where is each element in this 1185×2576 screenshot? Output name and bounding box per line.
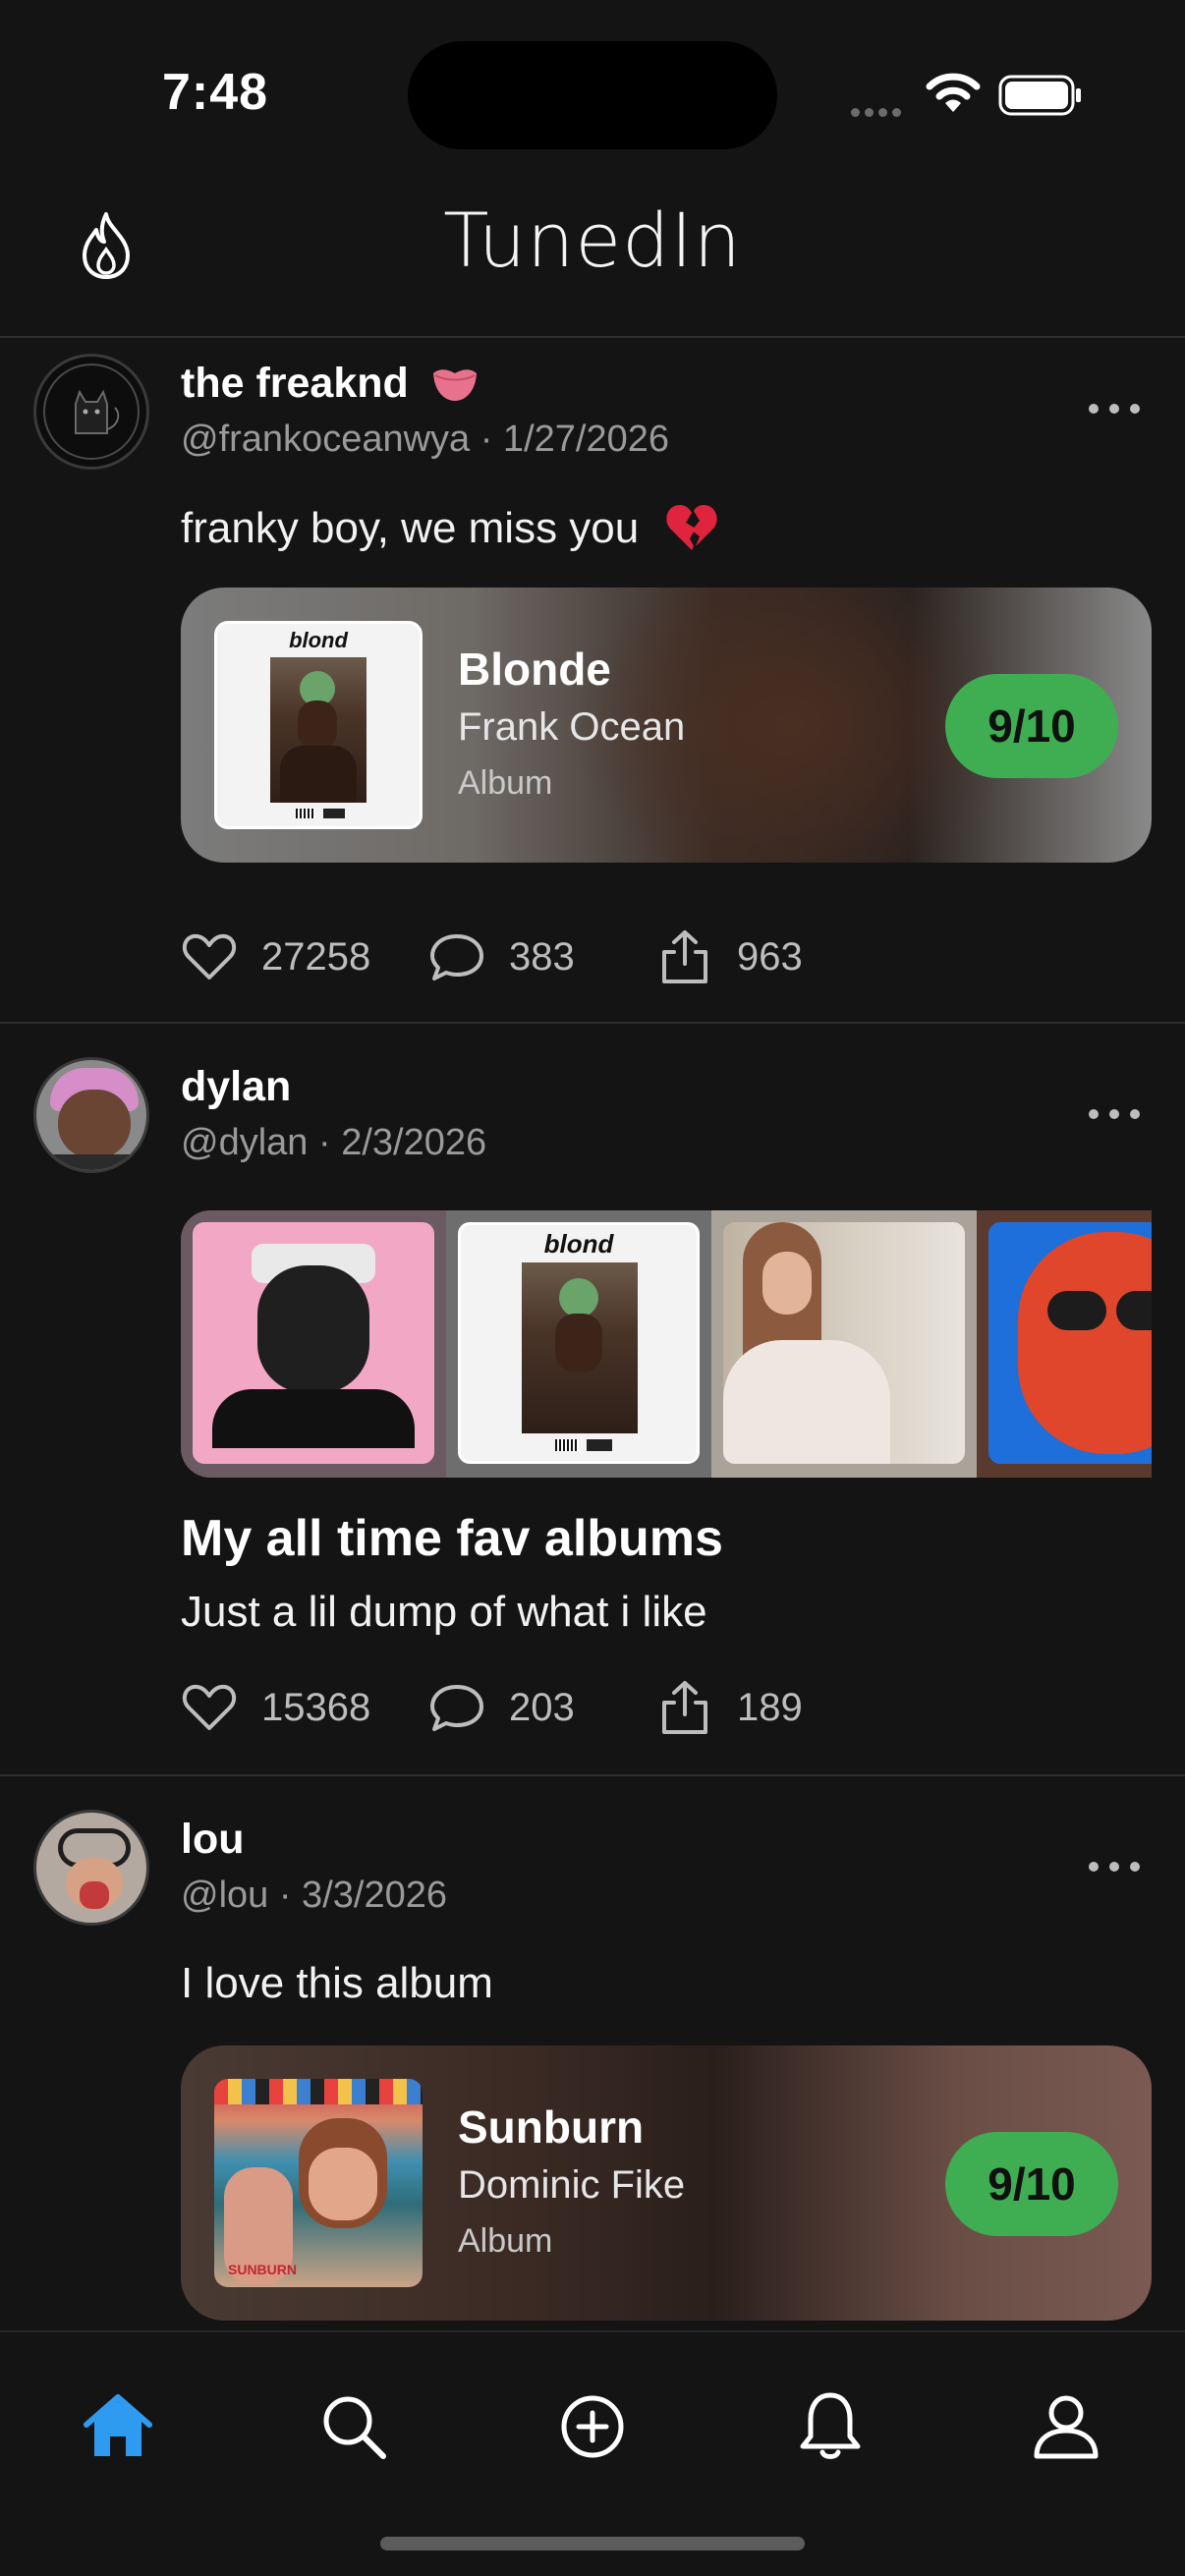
collage-tile[interactable]: blond xyxy=(446,1210,711,1478)
score-badge: 9/10 xyxy=(945,2132,1118,2236)
album-cover xyxy=(988,1222,1152,1464)
post-author-name[interactable]: lou xyxy=(181,1816,244,1864)
album-card[interactable]: SUNBURN Sunburn Dominic Fike Album 9/10 xyxy=(181,2045,1152,2321)
album-cover: blond xyxy=(458,1222,700,1464)
app-title: TunedIn xyxy=(443,196,742,284)
collage-tile[interactable] xyxy=(711,1210,977,1478)
album-type: Album xyxy=(458,764,553,802)
collage-tile[interactable] xyxy=(181,1210,446,1478)
album-cover xyxy=(193,1222,434,1464)
album-card[interactable]: blond Blonde Frank Ocean Album 9/10 xyxy=(181,588,1152,863)
tab-search[interactable] xyxy=(314,2387,393,2466)
status-bar: 7:48 xyxy=(0,0,1185,167)
share-count: 963 xyxy=(737,934,803,979)
app-header: TunedIn xyxy=(0,167,1185,338)
profile-icon xyxy=(1034,2395,1099,2459)
comment-button[interactable]: 203 xyxy=(428,1678,575,1737)
post-meta: @frankoceanwya · 1/27/2026 xyxy=(181,419,669,460)
search-icon xyxy=(323,2396,386,2459)
cat-avatar-icon xyxy=(43,364,140,460)
album-cover-text: blond xyxy=(543,1229,614,1259)
album-artist: Frank Ocean xyxy=(458,705,686,749)
more-options-button[interactable] xyxy=(1089,1094,1140,1134)
feed-post: lou @lou · 3/3/2026 I love this album SU… xyxy=(0,1776,1185,2366)
lips-emoji-icon xyxy=(432,369,477,401)
avatar[interactable] xyxy=(33,1810,149,1926)
more-options-button[interactable] xyxy=(1089,389,1140,428)
like-button[interactable]: 27258 xyxy=(181,927,370,986)
share-button[interactable]: 189 xyxy=(656,1678,803,1737)
comment-button[interactable]: 383 xyxy=(428,927,575,986)
tab-notifications[interactable] xyxy=(791,2387,870,2466)
list-title: My all time fav albums xyxy=(181,1510,723,1567)
post-meta: @lou · 3/3/2026 xyxy=(181,1875,447,1916)
post-meta: @dylan · 2/3/2026 xyxy=(181,1122,487,1163)
post-actions: 15368 203 189 xyxy=(181,1678,967,1737)
heart-icon xyxy=(182,933,237,980)
feed-post: dylan @dylan · 2/3/2026 blond My all tim… xyxy=(0,1024,1185,1776)
heart-icon xyxy=(182,1684,237,1730)
collage-tile[interactable] xyxy=(977,1210,1152,1478)
home-indicator xyxy=(380,2537,805,2550)
album-artist: Dominic Fike xyxy=(458,2163,686,2207)
avatar[interactable] xyxy=(33,1057,149,1173)
share-icon xyxy=(662,1681,707,1734)
album-cover-text: blond xyxy=(289,628,348,652)
cellular-signal-icon xyxy=(851,104,906,117)
tab-home[interactable] xyxy=(79,2387,157,2466)
album-cover xyxy=(723,1222,965,1464)
comment-count: 203 xyxy=(509,1685,575,1729)
more-options-button[interactable] xyxy=(1089,1847,1140,1886)
comment-icon xyxy=(430,934,483,980)
album-cover: SUNBURN xyxy=(214,2079,423,2287)
album-collage[interactable]: blond xyxy=(181,1210,1152,1478)
bell-icon xyxy=(800,2392,861,2459)
tab-profile[interactable] xyxy=(1027,2387,1105,2466)
like-button[interactable]: 15368 xyxy=(181,1678,370,1737)
add-circle-icon xyxy=(561,2395,624,2458)
status-time: 7:48 xyxy=(162,64,269,121)
post-author-name[interactable]: the freaknd xyxy=(181,360,480,408)
home-icon xyxy=(84,2394,152,2456)
comment-count: 383 xyxy=(509,934,575,979)
album-type: Album xyxy=(458,2222,553,2260)
broken-heart-icon xyxy=(666,505,718,550)
feed-post: the freaknd @frankoceanwya · 1/27/2026 f… xyxy=(0,338,1185,1024)
avatar[interactable] xyxy=(33,354,149,470)
comment-icon xyxy=(430,1685,483,1731)
share-count: 189 xyxy=(737,1685,803,1729)
post-text: Just a lil dump of what i like xyxy=(181,1588,707,1636)
share-icon xyxy=(662,930,707,983)
album-cover: blond xyxy=(214,621,423,829)
like-count: 15368 xyxy=(261,1685,371,1729)
battery-icon xyxy=(998,75,1081,116)
post-text: I love this album xyxy=(181,1959,493,2007)
like-count: 27258 xyxy=(261,934,371,979)
tab-create[interactable] xyxy=(553,2387,632,2466)
post-actions: 27258 383 963 xyxy=(181,927,967,986)
wifi-icon xyxy=(926,73,981,112)
app-screen: 7:48 TunedIn the freaknd @frankoceanwya … xyxy=(0,0,1185,2576)
album-title: Blonde xyxy=(458,644,611,695)
post-text: franky boy, we miss you xyxy=(181,503,719,553)
share-button[interactable]: 963 xyxy=(656,927,803,986)
album-title: Sunburn xyxy=(458,2101,645,2153)
dynamic-island xyxy=(408,41,777,149)
post-author-name[interactable]: dylan xyxy=(181,1063,291,1111)
score-badge: 9/10 xyxy=(945,674,1118,778)
